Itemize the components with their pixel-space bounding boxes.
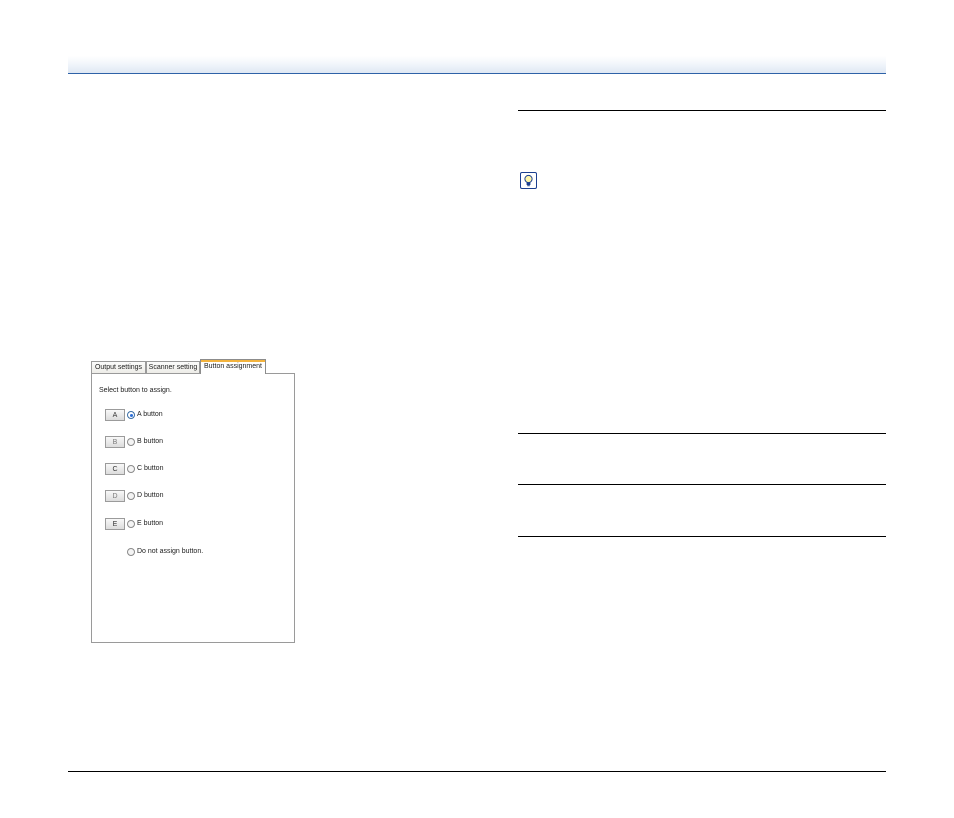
button-assignment-dialog: Output settings Scanner setting Button a… [91, 359, 295, 643]
section-rule-2 [518, 433, 886, 434]
radio-a-label[interactable]: A button [137, 410, 163, 420]
page-header-band [68, 56, 886, 74]
radio-a-button[interactable] [127, 411, 135, 419]
tab-content-panel: Select button to assign. A A button B B … [91, 373, 295, 643]
section-rule-3 [518, 484, 886, 485]
radio-d-button[interactable] [127, 492, 135, 500]
section-rule-1 [518, 110, 886, 111]
option-row-e: E E button [105, 518, 285, 532]
radio-c-button[interactable] [127, 465, 135, 473]
key-b-indicator: B [105, 436, 125, 448]
key-a-indicator: A [105, 409, 125, 421]
radio-b-button[interactable] [127, 438, 135, 446]
radio-e-label[interactable]: E button [137, 519, 163, 529]
option-row-none: Do not assign button. [105, 546, 285, 560]
radio-c-label[interactable]: C button [137, 464, 163, 474]
lightbulb-hint-icon [520, 172, 537, 189]
tab-button-assignment[interactable]: Button assignment [200, 359, 266, 374]
option-row-d: D D button [105, 490, 285, 504]
dialog-tab-strip: Output settings Scanner setting Button a… [91, 359, 295, 374]
radio-b-label[interactable]: B button [137, 437, 163, 447]
radio-d-label[interactable]: D button [137, 491, 163, 501]
key-e-indicator: E [105, 518, 125, 530]
option-row-a: A A button [105, 409, 285, 423]
section-rule-4 [518, 536, 886, 537]
radio-no-assign[interactable] [127, 548, 135, 556]
radio-e-button[interactable] [127, 520, 135, 528]
key-c-indicator: C [105, 463, 125, 475]
option-row-c: C C button [105, 463, 285, 477]
radio-no-assign-label[interactable]: Do not assign button. [137, 547, 203, 557]
page-footer-rule [68, 771, 886, 772]
key-d-indicator: D [105, 490, 125, 502]
option-row-b: B B button [105, 436, 285, 450]
assign-prompt: Select button to assign. [99, 387, 172, 394]
